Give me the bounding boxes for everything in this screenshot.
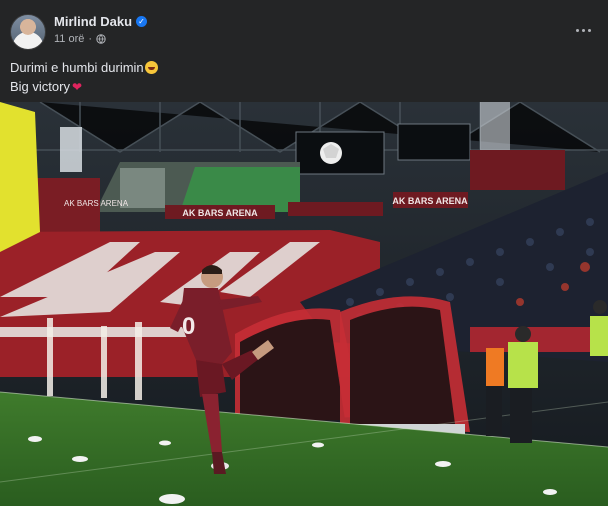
caption-line-1: Durimi e humbi durimin: [10, 58, 158, 77]
stadium-photo: AK BARS ARENA AK BARS ARENA AK BARS AREN…: [0, 102, 608, 506]
post-header: Mirlind Daku ✓ 11 orë ·: [0, 0, 608, 54]
avatar[interactable]: [10, 14, 46, 50]
verified-badge-icon: ✓: [136, 16, 148, 27]
caption-text-1: Durimi e humbi durimin: [10, 60, 144, 75]
post-caption: Durimi e humbi durimin Big victory ❤: [10, 58, 158, 97]
steward-3: [486, 348, 504, 436]
author-name[interactable]: Mirlind Daku: [54, 14, 132, 29]
caption-line-2: Big victory ❤: [10, 77, 158, 97]
globe-icon: [96, 34, 106, 44]
red-heart-icon: ❤: [71, 80, 83, 94]
post-time[interactable]: 11 orë: [54, 33, 84, 45]
player-number: 0: [182, 313, 195, 340]
post-photo[interactable]: AK BARS ARENA AK BARS ARENA AK BARS AREN…: [0, 102, 608, 506]
more-options-icon[interactable]: [572, 24, 594, 36]
author-row: Mirlind Daku ✓: [54, 14, 148, 29]
laughing-emoji-icon: [144, 61, 158, 74]
caption-text-2: Big victory: [10, 79, 70, 94]
facebook-post: Mirlind Daku ✓ 11 orë · Durimi e humbi d…: [0, 0, 608, 506]
arena-sign-2: AK BARS ARENA: [392, 196, 468, 206]
post-meta: 11 orë ·: [54, 33, 106, 45]
corner-flag: [0, 102, 40, 252]
meta-separator: ·: [88, 33, 93, 45]
arena-sign-3: AK BARS ARENA: [64, 199, 129, 208]
arena-sign-1: AK BARS ARENA: [182, 208, 258, 218]
